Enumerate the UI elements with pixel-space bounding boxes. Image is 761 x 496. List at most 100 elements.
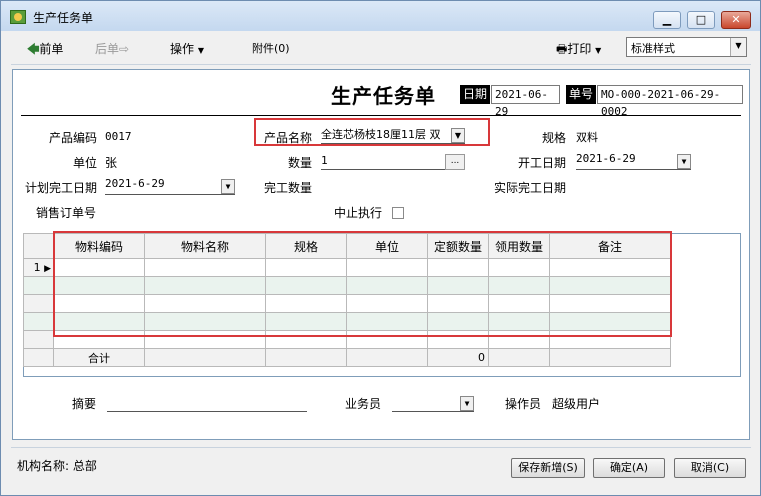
status-bar: 机构名称: 总部 保存新增(S) 确定(A) 取消(C) [11, 447, 751, 487]
stop-exec-checkbox[interactable] [392, 207, 404, 219]
save-new-button[interactable]: 保存新增(S) [511, 458, 585, 478]
close-button[interactable]: ✕ [721, 11, 751, 29]
cell[interactable] [53, 312, 145, 331]
cell[interactable] [346, 330, 428, 349]
cell[interactable] [53, 330, 145, 349]
print-button[interactable]: 🖶打印 ▼ [556, 40, 601, 61]
start-date-dropdown[interactable]: 2021-6-29 ▼ [576, 152, 691, 170]
unit-value: 张 [105, 156, 118, 170]
plan-end-value: 2021-6-29 [105, 177, 165, 190]
cell[interactable] [265, 276, 347, 295]
col-header-remark[interactable]: 备注 [549, 233, 671, 259]
cell[interactable] [53, 294, 145, 313]
grid-corner [23, 233, 54, 259]
cell[interactable] [144, 258, 266, 277]
cell[interactable] [265, 330, 347, 349]
row-header [23, 330, 54, 349]
cell [144, 348, 266, 367]
col-header-unit[interactable]: 单位 [346, 233, 428, 259]
chevron-down-icon[interactable]: ▼ [677, 154, 691, 169]
cell[interactable] [144, 276, 266, 295]
maximize-button[interactable]: □ [687, 11, 715, 29]
prev-button[interactable]: 🡄前单 [27, 40, 63, 61]
cell[interactable] [53, 258, 145, 277]
summary-field[interactable] [107, 396, 307, 412]
cell[interactable] [488, 294, 550, 313]
cell[interactable] [549, 294, 671, 313]
print-style-select[interactable]: 标准样式 ▼ [626, 37, 747, 57]
cell[interactable] [427, 258, 489, 277]
product-name-label: 产品名称 [264, 131, 313, 145]
cell[interactable] [265, 258, 347, 277]
cell[interactable] [488, 330, 550, 349]
cell[interactable] [144, 294, 266, 313]
row-header [23, 312, 54, 331]
number-label: 单号 [566, 85, 597, 104]
col-header-material-code[interactable]: 物料编码 [53, 233, 145, 259]
salesman-dropdown[interactable]: ▼ [392, 394, 474, 412]
cell[interactable] [144, 312, 266, 331]
product-code-value: 0017 [105, 130, 132, 143]
cell[interactable] [265, 294, 347, 313]
cell[interactable] [549, 330, 671, 349]
cell[interactable] [427, 276, 489, 295]
cell[interactable] [427, 312, 489, 331]
minimize-button[interactable]: ▁ [653, 11, 681, 29]
cell[interactable] [53, 276, 145, 295]
cell[interactable] [549, 312, 671, 331]
number-field[interactable]: MO-000-2021-06-29-0002 [597, 85, 743, 118]
attachments-button[interactable]: 附件(0) [252, 40, 290, 56]
spec-value: 双料 [576, 131, 598, 144]
next-button[interactable]: 后单⇨ [95, 40, 129, 57]
table-row[interactable] [23, 276, 671, 295]
col-header-material-name[interactable]: 物料名称 [144, 233, 266, 259]
cell[interactable] [346, 294, 428, 313]
col-header-quota-qty[interactable]: 定额数量 [427, 233, 489, 259]
cancel-button[interactable]: 取消(C) [674, 458, 746, 478]
qty-browse-button[interactable]: ... [445, 154, 465, 170]
grid-header-row: 物料编码 物料名称 规格 单位 定额数量 领用数量 备注 [23, 233, 671, 259]
cell[interactable] [549, 276, 671, 295]
qty-field[interactable]: 1 [321, 154, 445, 170]
operations-menu[interactable]: 操作 ▼ [170, 40, 204, 57]
col-header-spec[interactable]: 规格 [265, 233, 347, 259]
chevron-down-icon[interactable]: ▼ [221, 179, 235, 194]
cell[interactable] [144, 330, 266, 349]
cell[interactable] [346, 312, 428, 331]
cell[interactable] [265, 312, 347, 331]
chevron-down-icon[interactable]: ▼ [460, 396, 474, 411]
material-grid: 物料编码 物料名称 规格 单位 定额数量 领用数量 备注 1 ▶ 合计 0 [23, 233, 671, 367]
ok-button[interactable]: 确定(A) [593, 458, 665, 478]
arrow-left-icon: 🡄 [27, 42, 40, 56]
print-style-value: 标准样式 [631, 42, 675, 55]
chevron-down-icon[interactable]: ▼ [451, 128, 465, 143]
product-name-dropdown[interactable]: 全连芯杨枝18厘11层 双 ▼ [321, 126, 465, 144]
table-row[interactable] [23, 330, 671, 349]
col-header-used-qty[interactable]: 领用数量 [488, 233, 550, 259]
cell[interactable] [488, 258, 550, 277]
done-qty-label: 完工数量 [264, 181, 313, 195]
date-field[interactable]: 2021-06-29 [491, 85, 560, 118]
table-row[interactable]: 1 ▶ [23, 258, 671, 277]
toolbar: 🡄前单 后单⇨ 操作 ▼ 附件(0) 🖶打印 ▼ 标准样式 ▼ [11, 31, 751, 65]
cell[interactable] [549, 258, 671, 277]
cell[interactable] [346, 258, 428, 277]
table-row[interactable] [23, 312, 671, 331]
plan-end-dropdown[interactable]: 2021-6-29 ▼ [105, 177, 235, 195]
cell[interactable] [346, 276, 428, 295]
plan-end-label: 计划完工日期 [25, 181, 98, 195]
chevron-down-icon[interactable]: ▼ [730, 38, 746, 56]
product-name-value: 全连芯杨枝18厘11层 双 [321, 128, 441, 141]
cell[interactable] [427, 330, 489, 349]
row-header: 1 ▶ [23, 258, 54, 277]
table-row[interactable] [23, 294, 671, 313]
form-title: 生产任务单 [331, 84, 436, 108]
arrow-right-icon: ⇨ [119, 42, 130, 56]
cell[interactable] [427, 294, 489, 313]
actual-end-label: 实际完工日期 [494, 181, 567, 195]
cell[interactable] [488, 276, 550, 295]
unit-label: 单位 [73, 156, 98, 170]
row-header [23, 294, 54, 313]
cell[interactable] [488, 312, 550, 331]
start-date-label: 开工日期 [518, 156, 567, 170]
